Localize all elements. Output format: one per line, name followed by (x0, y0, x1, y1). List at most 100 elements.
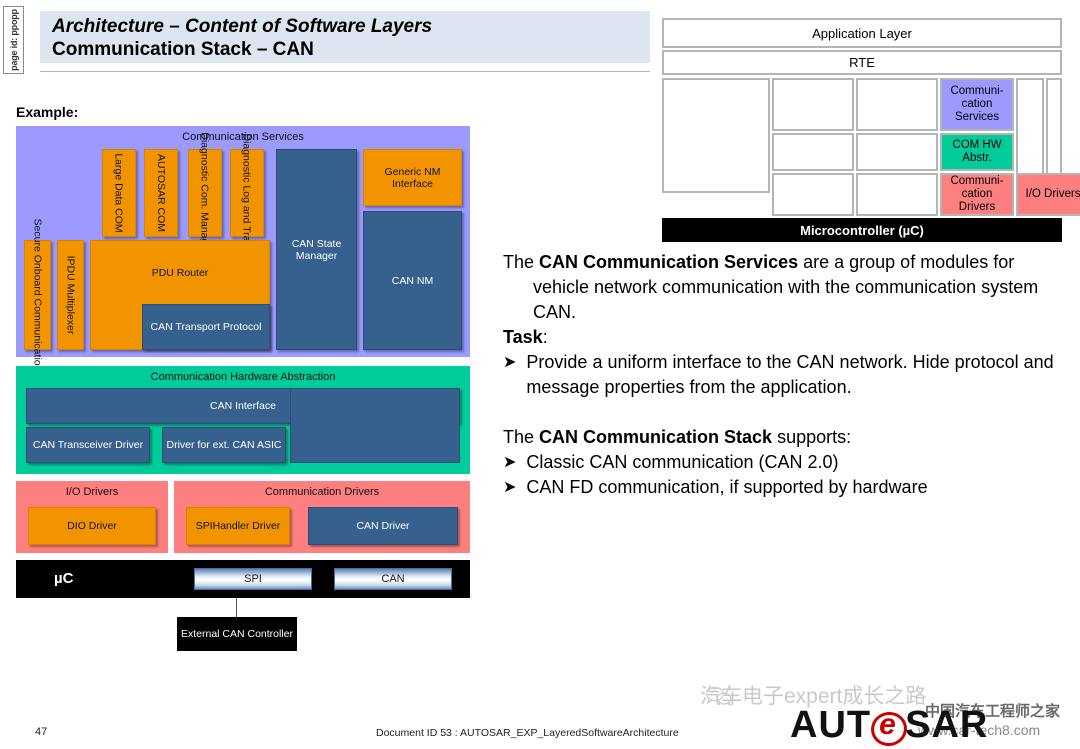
bullet-arrow-icon: ➤ (503, 479, 517, 496)
autosar-logo-left: AUT (790, 704, 872, 746)
module-large-data-com[interactable]: Large Data COM (102, 149, 136, 237)
mini-microcontroller-label: Microcontroller (µC) (800, 222, 924, 238)
peripheral-label: SPI (244, 573, 262, 585)
stack-bullet-row-1: ➤ Classic CAN communication (CAN 2.0) (503, 450, 1065, 475)
external-can-controller-label: External CAN Controller (180, 628, 294, 640)
module-label: Large Data COM (113, 153, 125, 233)
mini-bsw-cell-r2c2 (772, 133, 854, 171)
task-label: Task (503, 327, 543, 347)
stack-paragraph: The CAN Communication Stack supports: (503, 425, 1065, 450)
layer-io-drivers-title: I/O Drivers (65, 486, 119, 498)
task-colon: : (542, 327, 548, 347)
body-text-column: The CAN Communication Services are a gro… (503, 250, 1065, 500)
module-label: CAN Transceiver Driver (32, 439, 144, 451)
module-label: Secure Onboard Communication (31, 218, 44, 372)
module-can-driver[interactable]: CAN Driver (308, 507, 458, 545)
mini-microcontroller: Microcontroller (µC) (662, 218, 1062, 242)
microcontroller-label: µC (54, 570, 74, 587)
stack-bullet-row-2: ➤ CAN FD communication, if supported by … (503, 475, 1065, 500)
module-driver-for-ext-can-asic[interactable]: Driver for ext. CAN ASIC (162, 427, 286, 463)
external-can-controller-connector (236, 598, 237, 618)
mini-communication-drivers: Communi-cation Drivers (940, 173, 1014, 216)
peripheral-can[interactable]: CAN (334, 568, 452, 590)
bullet-arrow-icon: ➤ (503, 454, 517, 471)
module-label: Diagnostic Log and Trace (241, 133, 254, 253)
mini-bsw-cell-r2c3 (856, 133, 938, 171)
mini-com-hw-abstraction-label: COM HW Abstr. (952, 139, 1002, 164)
module-label: SPIHandler Driver (195, 520, 281, 532)
page-id-label: page id: ppopp (8, 9, 19, 71)
page-title-line1: Architecture – Content of Software Layer… (52, 16, 433, 37)
peripheral-spi[interactable]: SPI (194, 568, 312, 590)
bullet-arrow-icon: ➤ (503, 354, 517, 371)
module-diagnostic-com-manager[interactable]: Diagnostic Com. Manager (188, 132, 222, 254)
mini-bsw-cell-r3c2 (772, 173, 854, 216)
module-label: CAN Transport Protocol (150, 321, 262, 333)
page-id-tab: page id: ppopp (3, 6, 24, 74)
module-label: IPDU Multiplexer (64, 255, 77, 335)
autosar-logo-ring-icon (871, 708, 905, 743)
module-label: Driver for ext. CAN ASIC (166, 439, 282, 451)
stack-suffix: supports: (772, 427, 852, 447)
module-label: CAN Interface (210, 400, 276, 412)
module-spihandler-driver[interactable]: SPIHandler Driver (186, 507, 290, 545)
mini-communication-services-label: Communi-cation Services (950, 85, 1004, 123)
mini-communication-services: Communi-cation Services (940, 78, 1014, 131)
module-dio-driver[interactable]: DIO Driver (28, 507, 156, 545)
footer-document-id: Document ID 53 : AUTOSAR_EXP_LayeredSoft… (376, 727, 679, 739)
stack-prefix: The (503, 427, 540, 447)
module-can-interface-extension (290, 388, 460, 463)
module-label: CAN NM (391, 274, 434, 287)
intro-prefix: The (503, 252, 540, 272)
mini-rte-layer: RTE (662, 50, 1062, 75)
module-diagnostic-log-and-trace[interactable]: Diagnostic Log and Trace (230, 133, 264, 253)
intro-bold-term: CAN Communication Services (539, 252, 799, 272)
mini-com-hw-abstraction: COM HW Abstr. (940, 133, 1014, 171)
module-label: CAN Driver (356, 520, 410, 532)
module-can-transceiver-driver[interactable]: CAN Transceiver Driver (26, 427, 150, 463)
mini-bsw-cell-col1-tall (662, 78, 770, 193)
mini-rte-label: RTE (849, 55, 875, 70)
footer-page-number: 47 (35, 726, 48, 738)
layer-communication-hardware-abstraction-title: Communication Hardware Abstraction (150, 371, 336, 383)
intro-paragraph: The CAN Communication Services are a gro… (503, 250, 1065, 325)
module-label: Generic NM Interface (384, 165, 441, 190)
module-label: PDU Router (151, 267, 209, 279)
peripheral-label: CAN (381, 573, 405, 585)
module-label: AUTOSAR COM (155, 154, 168, 232)
text-spacer (503, 400, 1065, 425)
stack-bullet-text-2: CAN FD communication, if supported by ha… (526, 477, 928, 497)
slide-title-band: Architecture – Content of Software Layer… (40, 11, 650, 63)
autosar-logo: AUT SAR (790, 704, 988, 747)
module-secure-onboard-communication[interactable]: Secure Onboard Communication (24, 219, 51, 371)
external-can-controller[interactable]: External CAN Controller (177, 617, 297, 651)
stack-bullet-text-1: Classic CAN communication (CAN 2.0) (526, 452, 839, 472)
mini-bsw-cell-r1c3 (856, 78, 938, 131)
task-heading: Task: (503, 325, 1065, 350)
task-bullet-row: ➤ Provide a uniform interface to the CAN… (503, 350, 1065, 400)
mini-layered-architecture: Application Layer RTE Communi-cation Ser… (662, 18, 1080, 242)
can-communication-stack-diagram: Communication Services Secure Onboard Co… (16, 126, 470, 598)
module-ipdu-multiplexer[interactable]: IPDU Multiplexer (57, 240, 84, 350)
module-can-nm[interactable]: CAN NM (363, 211, 462, 350)
layer-communication-drivers-title: Communication Drivers (264, 486, 380, 498)
mini-io-drivers: I/O Drivers (1016, 173, 1080, 216)
module-can-transport-protocol[interactable]: CAN Transport Protocol (142, 304, 270, 350)
mini-application-layer: Application Layer (662, 18, 1062, 48)
mini-bsw-cell-r3c3 (856, 173, 938, 216)
module-can-state-manager[interactable]: CAN State Manager (276, 149, 357, 350)
page-title-line2: Communication Stack – CAN (52, 39, 314, 60)
module-autosar-com[interactable]: AUTOSAR COM (144, 149, 178, 237)
mini-bsw-cell-r1c2 (772, 78, 854, 131)
module-label: DIO Driver (67, 520, 117, 532)
module-generic-nm-interface[interactable]: Generic NM Interface (363, 149, 462, 206)
module-label: Diagnostic Com. Manager (199, 132, 212, 254)
autosar-logo-right: SAR (905, 704, 989, 746)
task-bullet-text: Provide a uniform interface to the CAN n… (526, 352, 1054, 397)
stack-bold-term: CAN Communication Stack (539, 427, 773, 447)
mini-communication-drivers-label: Communi-cation Drivers (950, 175, 1004, 213)
mini-application-layer-label: Application Layer (812, 25, 912, 41)
module-label: CAN State Manager (291, 237, 342, 262)
title-divider (40, 71, 650, 72)
slide-root: page id: ppopp Architecture – Content of… (0, 0, 1080, 748)
